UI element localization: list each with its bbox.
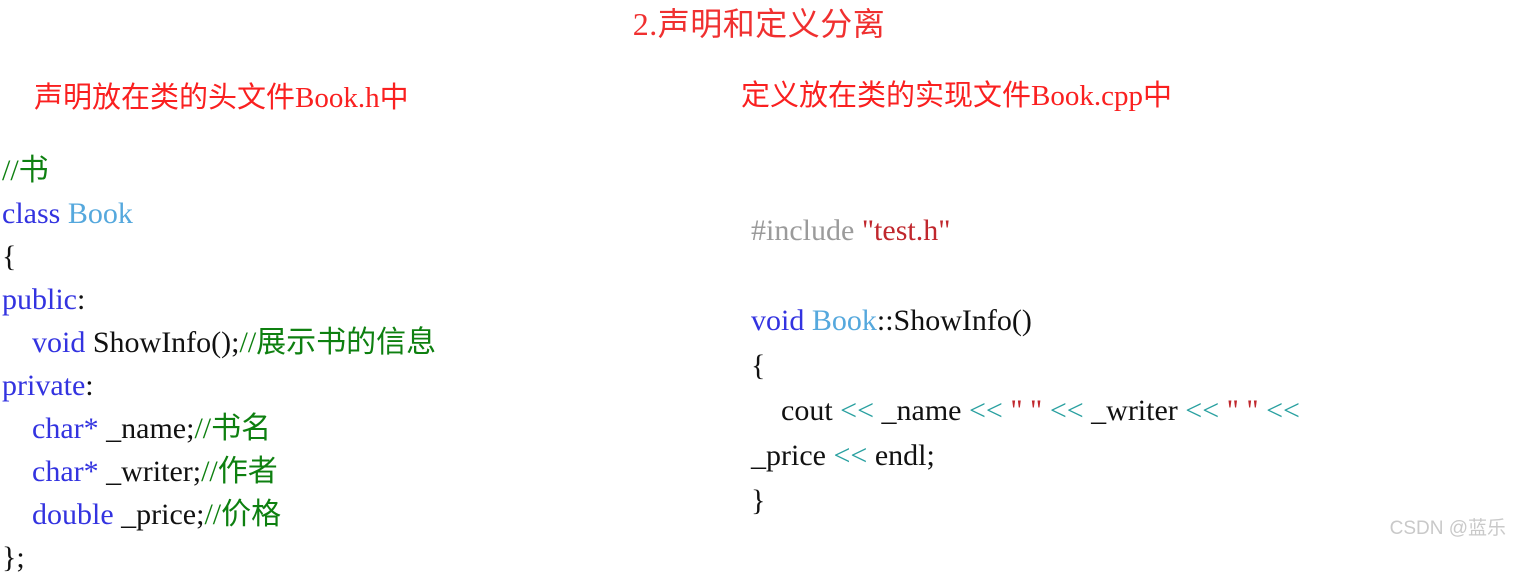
code-token-plain: endl; [867,439,935,472]
code-token-comment: //书名 [194,412,272,445]
code-token-plain: _name [874,394,969,427]
code-token-plain: ShowInfo(); [92,326,240,359]
code-token-operator: << [840,394,874,427]
code-token-type: Book [811,304,877,337]
code-token-comment: //价格 [204,498,282,531]
code-token-plain: _price; [113,498,205,531]
code-token-plain: }; [2,541,25,574]
code-token-string: " " [1226,394,1259,427]
code-token-plain: _writer; [98,455,202,488]
code-line: public: [2,278,732,321]
code-token-operator: << [833,439,868,472]
code-token-comment: //书 [2,154,49,187]
code-line: cout << _name << " " << _writer << " " <… [751,388,1518,433]
code-token-blank [751,259,759,292]
code-token-keyword: void [32,326,93,359]
code-line: _price << endl; [751,433,1518,478]
csdn-watermark: CSDN @蓝乐 [1389,518,1506,539]
code-token-plain: _name; [98,412,195,445]
code-token-keyword: class [2,197,68,230]
code-token-keyword: public [2,283,77,316]
header-file-code-block: //书 class Book{public: void ShowInfo();//… [2,149,732,579]
code-token-plain: _writer [1083,394,1186,427]
page-title: 2.声明和定义分离 [632,6,886,42]
code-token-plain: } [751,484,766,517]
code-token-comment: //展示书的信息 [239,326,437,359]
code-line: void Book::ShowInfo() [751,298,1518,343]
code-line: //书 [2,149,732,192]
code-line: }; [2,536,732,579]
code-token-plain: : [77,283,86,316]
code-token-operator: << [1049,394,1084,427]
code-token-string: "test.h" [861,214,951,247]
code-line: #include "test.h" [751,208,1518,253]
code-line: { [751,343,1518,388]
code-line: class Book [2,192,732,235]
code-token-keyword: char* [32,455,99,488]
code-line: private: [2,364,732,407]
code-token-type: Book [67,197,133,230]
code-line: double _price;//价格 [2,493,732,536]
code-line: void ShowInfo();//展示书的信息 [2,321,732,364]
code-token-keyword: char* [32,412,99,445]
code-token-preproc: #include [751,214,862,247]
left-column-header: 声明放在类的头文件Book.h中 [34,82,409,114]
code-token-plain: cout [781,394,841,427]
code-line: char* _writer;//作者 [2,450,732,493]
code-token-keyword: double [32,498,114,531]
code-token-plain: _price [751,439,834,472]
code-line: char* _name;//书名 [2,407,732,450]
code-token-string: " " [1010,394,1043,427]
code-line [751,253,1518,298]
source-file-code-block: #include "test.h" void Book::ShowInfo(){… [751,208,1518,523]
code-token-plain: { [751,349,766,382]
code-token-plain: ::ShowInfo() [876,304,1032,337]
code-token-operator: << [1266,394,1300,427]
code-token-plain: { [2,240,17,273]
code-line: { [2,235,732,278]
code-token-operator: << [1185,394,1220,427]
code-token-plain: : [85,369,94,402]
right-column-header: 定义放在类的实现文件Book.cpp中 [741,80,1172,112]
code-token-comment: //作者 [201,455,278,488]
code-token-keyword: void [751,304,812,337]
code-token-operator: << [968,394,1003,427]
code-token-keyword: private [2,369,86,402]
